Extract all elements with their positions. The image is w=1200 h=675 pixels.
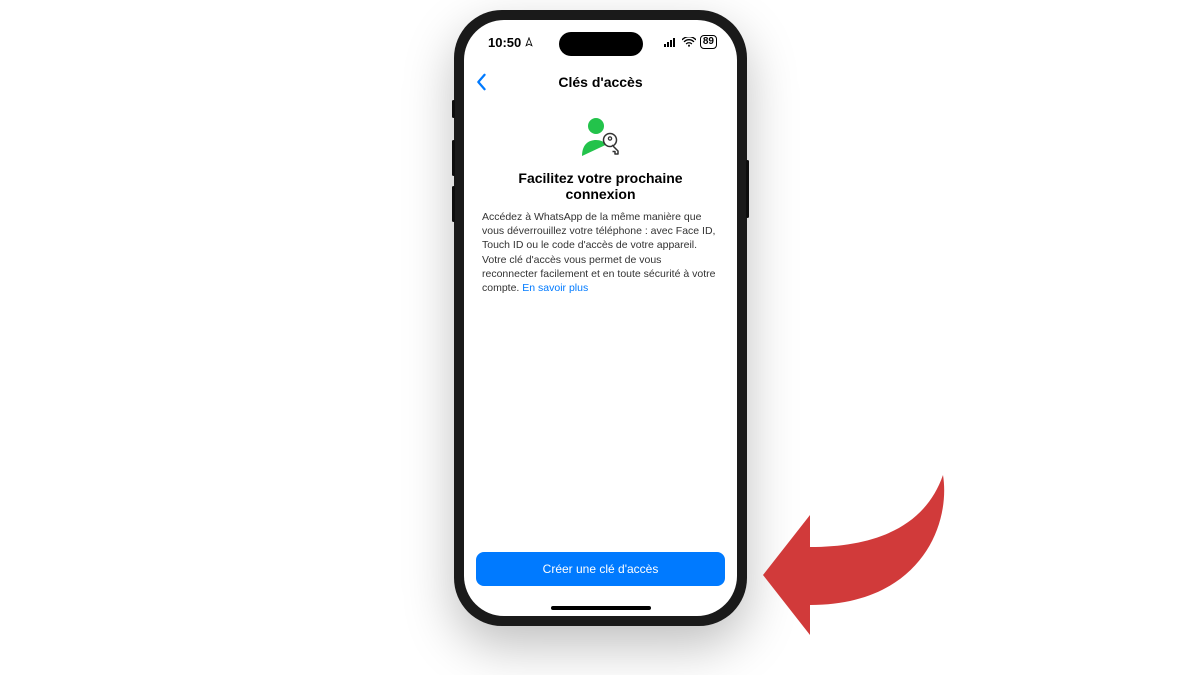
dynamic-island	[559, 32, 643, 56]
status-time: 10:50	[488, 35, 521, 50]
status-left: 10:50	[488, 35, 534, 50]
back-button[interactable]	[474, 73, 488, 91]
battery-level: 89	[703, 36, 714, 48]
volume-down	[452, 186, 455, 222]
body-text: Accédez à WhatsApp de la même manière qu…	[482, 210, 719, 295]
home-indicator	[551, 606, 651, 610]
mute-switch	[452, 100, 455, 118]
learn-more-link[interactable]: En savoir plus	[522, 282, 588, 294]
navigation-icon	[524, 37, 534, 47]
iphone-frame: 10:50 89	[454, 10, 747, 626]
status-right: 89	[664, 35, 717, 49]
chevron-left-icon	[474, 73, 488, 91]
volume-up	[452, 140, 455, 176]
person-key-icon	[578, 116, 624, 156]
headline: Facilitez votre prochaine connexion	[482, 170, 719, 202]
body-copy: Accédez à WhatsApp de la même manière qu…	[482, 211, 715, 294]
battery-icon: 89	[700, 35, 717, 49]
wifi-icon	[682, 37, 696, 47]
cellular-signal-icon	[664, 37, 678, 47]
screen: 10:50 89	[464, 20, 737, 616]
power-button	[746, 160, 749, 218]
page-title: Clés d'accès	[558, 74, 642, 90]
content-area: Facilitez votre prochaine connexion Accé…	[464, 100, 737, 295]
nav-header: Clés d'accès	[464, 64, 737, 100]
create-passkey-button[interactable]: Créer une clé d'accès	[476, 552, 725, 586]
